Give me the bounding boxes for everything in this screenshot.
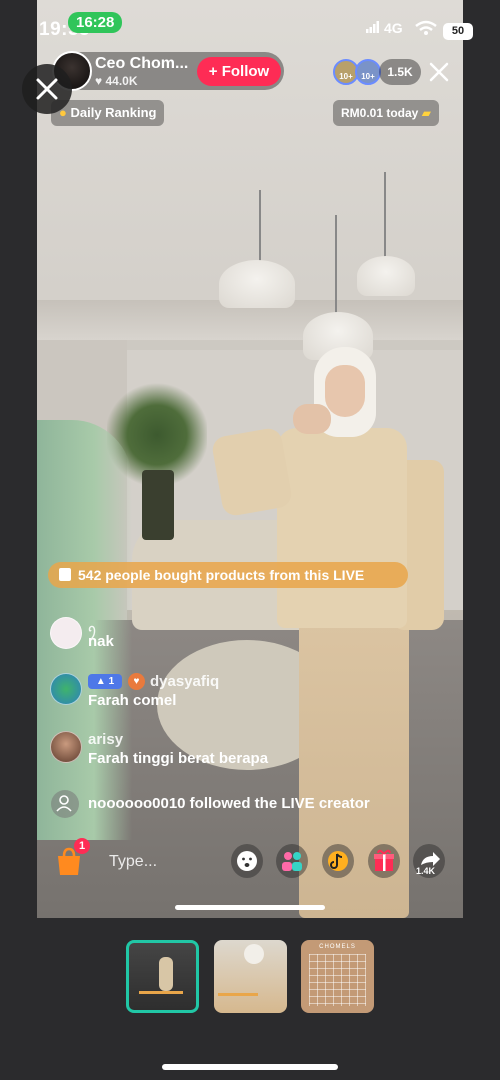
level-arrow-icon: ▲ [95,676,109,687]
bag-icon [59,568,71,581]
comment-input[interactable]: Type... [97,844,224,880]
host-person [37,0,463,918]
signal-icon [366,21,379,33]
video-home-indicator [175,905,325,910]
heart-icon: ♥ [95,74,106,88]
share-count: 1.4K [416,866,436,876]
close-live-icon[interactable] [426,59,452,85]
person-icon [56,795,72,812]
battery-icon: 50 [443,23,473,40]
creator-name[interactable]: Ceo Chom... [95,55,188,73]
level-badge: ▲ 1 [88,674,122,689]
thumbnail-figure [244,944,264,964]
thumbnail-figure [159,957,173,991]
screen: 19:55 16:28 4G 50 Ceo Chom... ♥ 44.0K + … [0,0,500,1080]
cart-count-badge: 1 [74,838,90,854]
system-message: noooooo0010 followed the LIVE creator [88,795,370,812]
tiktok-effects-button[interactable] [322,844,354,878]
multi-guest-icon [282,852,302,871]
viewer-count[interactable]: 1.5K [379,59,421,85]
gift-button[interactable] [368,844,400,878]
fan-heart-icon: ♥ [128,673,145,690]
earnings-label: RM0.01 today [341,106,419,120]
sleeve [210,426,294,518]
wifi-icon [415,20,437,35]
comment-avatar[interactable] [50,673,82,705]
follow-person-icon [51,790,79,818]
earnings-chip[interactable]: RM0.01 today ▰ [333,100,439,126]
level-value: 1 [108,676,115,687]
gift-icon [374,849,394,871]
daily-ranking-chip[interactable]: ● Daily Ranking [51,100,165,126]
size-chart-grid [309,954,366,1006]
ticket-icon: ▰ [421,106,431,120]
emoji-icon [237,851,257,871]
kurung-top [277,428,407,628]
multi-guest-button[interactable] [276,844,308,878]
call-timer-pill[interactable]: 16:28 [68,12,123,33]
ranking-label: Daily Ranking [70,105,157,120]
thumbnail-caption: CHOMELS [319,944,356,950]
creator-likes: ♥ 44.0K [95,74,138,88]
face [325,365,365,417]
thumbnail-3[interactable]: CHOMELS [301,940,374,1013]
live-video-frame[interactable] [37,0,463,918]
viewer-badge: 10+ [339,72,353,81]
comment-text: Farah comel [88,692,177,709]
hand-icon: ● [59,105,67,120]
comment-username[interactable]: dyasyafiq [150,673,219,690]
viewer-avatar[interactable]: 10+ [355,59,381,85]
network-type: 4G [384,20,403,36]
thumbnail-banner [139,991,183,994]
hand [293,404,331,434]
music-note-icon [328,851,348,871]
comment-avatar[interactable] [50,617,82,649]
home-indicator [162,1064,338,1070]
thumbnail-banner [218,993,258,996]
comment-avatar[interactable] [50,731,82,763]
thumbnail-2[interactable] [214,940,287,1013]
thumbnail-selected[interactable] [126,940,199,1013]
comment-username[interactable]: arisy [88,731,123,748]
emoji-button[interactable] [231,844,263,878]
top-viewers[interactable]: 10+ 10+ [333,59,383,85]
comment-text: nak [88,633,114,650]
viewer-badge: 10+ [361,72,375,81]
purchases-banner[interactable]: 542 people bought products from this LIV… [48,562,408,588]
comment-text: Farah tinggi berat berapa [88,750,269,767]
follow-button[interactable]: + Follow [197,57,281,86]
likes-count: 44.0K [105,74,138,88]
